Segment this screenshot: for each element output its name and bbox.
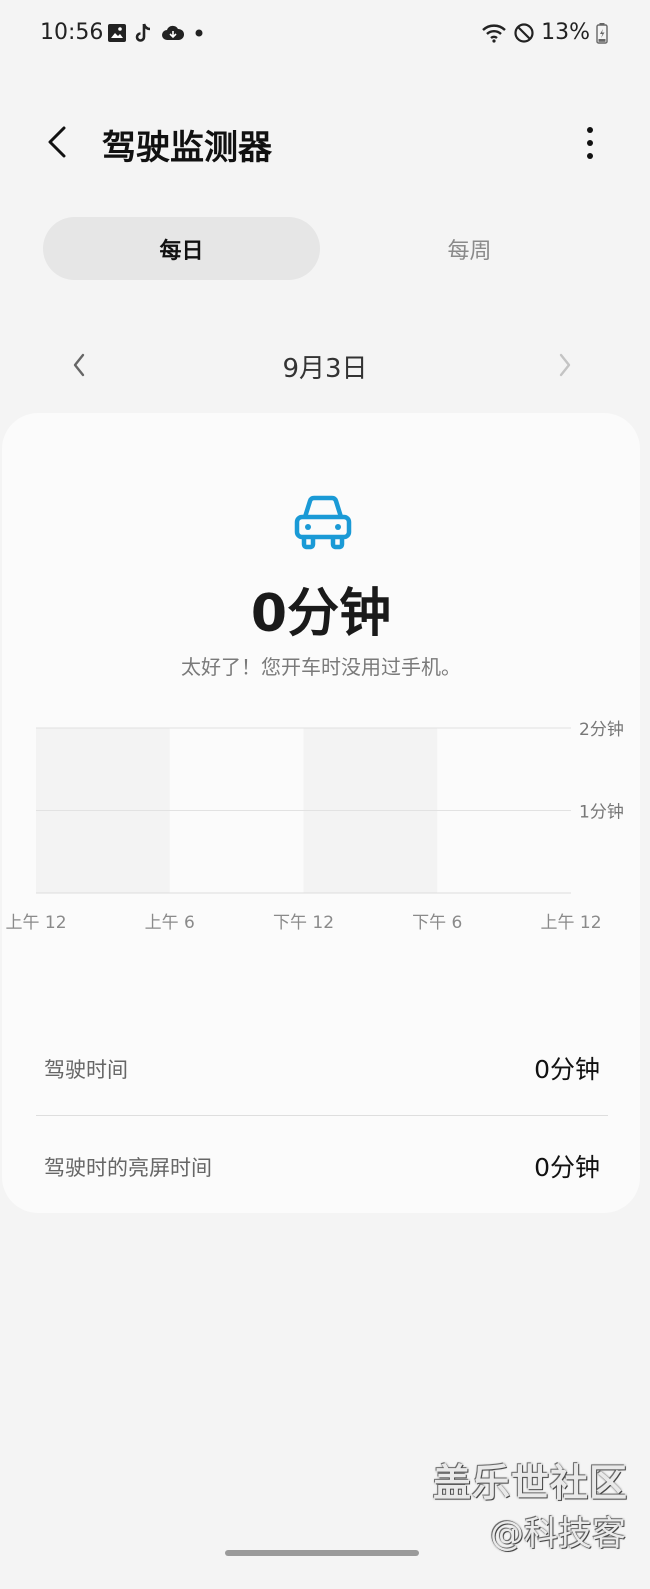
cloud-icon — [162, 25, 185, 40]
tiktok-icon — [135, 23, 151, 42]
do-not-disturb-icon — [514, 22, 534, 43]
detail-row-screen-time-while-driving[interactable]: 驾驶时的亮屏时间 0分钟 — [44, 1136, 600, 1196]
app-bar: 驾驶监测器 — [0, 100, 650, 185]
page-title: 驾驶监测器 — [102, 128, 272, 168]
total-driving-time: 0分钟 — [250, 584, 392, 644]
x-tick-label: 下午 6 — [412, 913, 462, 933]
period-tabs: 每日 每周 — [43, 217, 608, 280]
detail-row-driving-time[interactable]: 驾驶时间 0分钟 — [44, 1038, 600, 1098]
detail-value: 0分钟 — [534, 1055, 600, 1084]
home-indicator[interactable] — [225, 1550, 419, 1556]
battery-icon — [596, 22, 608, 44]
status-bar: 10:56 13% — [0, 0, 650, 70]
watermark-handle: @科技客 — [490, 1514, 626, 1554]
detail-label: 驾驶时间 — [44, 1058, 128, 1082]
system-status: 13% — [481, 20, 608, 45]
dot-icon — [195, 29, 203, 37]
next-day-button[interactable] — [550, 345, 580, 385]
chart-x-ticks: 上午 12 上午 6 下午 12 下午 6 上午 12 — [5, 913, 601, 933]
tab-daily[interactable]: 每日 — [43, 217, 320, 280]
summary-message: 太好了！您开车时没用过手机。 — [181, 655, 461, 679]
chart-y-ticks: 1分钟 2分钟 — [579, 720, 624, 823]
y-tick-label: 1分钟 — [579, 803, 624, 823]
hourly-usage-chart: 1分钟 2分钟 上午 12 上午 6 下午 12 下午 6 上午 12 — [5, 720, 624, 933]
detail-value: 0分钟 — [534, 1153, 600, 1182]
chevron-right-icon — [559, 353, 571, 377]
wifi-icon — [482, 23, 506, 43]
divider — [36, 1115, 608, 1116]
tab-weekly[interactable]: 每周 — [331, 217, 608, 280]
x-tick-label: 下午 12 — [273, 913, 334, 933]
more-vertical-icon — [587, 127, 593, 159]
more-options-button[interactable] — [570, 122, 610, 166]
notification-icons — [107, 22, 206, 44]
summary-card: 0分钟 太好了！您开车时没用过手机。 1分钟 2分钟 上午 12 上午 6 下午 12… — [2, 413, 640, 1213]
x-tick-label: 上午 12 — [540, 913, 601, 933]
date-navigation: 9月3日 — [0, 335, 650, 395]
y-tick-label: 2分钟 — [579, 720, 624, 740]
back-arrow-icon — [48, 126, 66, 158]
detail-label: 驾驶时的亮屏时间 — [44, 1156, 212, 1180]
battery-percent: 13% — [541, 20, 590, 45]
watermark-community: 盖乐世社区 — [432, 1461, 628, 1505]
status-time: 10:56 — [40, 20, 104, 45]
x-tick-label: 上午 12 — [5, 913, 66, 933]
back-button[interactable] — [36, 120, 80, 164]
car-icon — [294, 495, 352, 550]
gallery-icon — [108, 24, 126, 42]
x-tick-label: 上午 6 — [145, 913, 195, 933]
